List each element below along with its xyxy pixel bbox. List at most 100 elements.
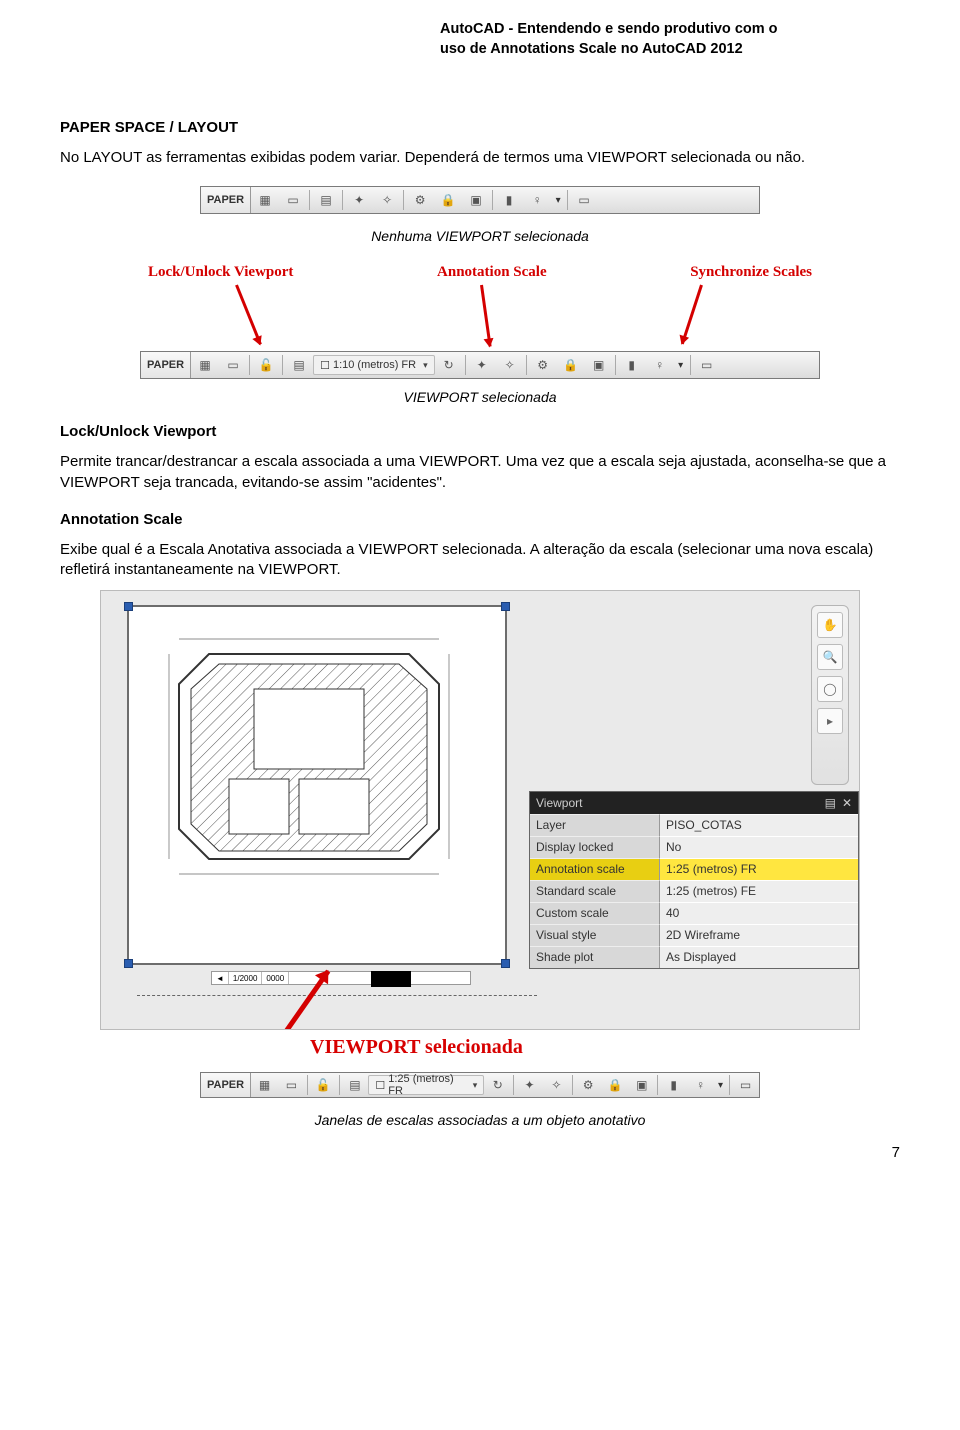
layout-icon[interactable]: ▭ [281,1074,302,1096]
lock-icon[interactable]: 🔒 [437,189,459,211]
property-key: Visual style [530,924,660,946]
lock-icon[interactable]: 🔒 [560,354,582,376]
annotation-auto-add-icon[interactable]: ✧ [546,1074,567,1096]
tab-arrow[interactable]: ◄ [212,972,229,984]
paper-button[interactable]: PAPER [201,1073,251,1097]
property-row[interactable]: Shade plotAs Displayed [530,946,858,968]
grip-handle[interactable] [124,959,133,968]
quickview-icon[interactable]: ▤ [288,354,310,376]
property-value[interactable]: PISO_COTAS [660,814,858,836]
quickview-icon[interactable]: ▤ [345,1074,366,1096]
property-row[interactable]: Custom scale40 [530,902,858,924]
hardware-accel-icon[interactable]: ▮ [498,189,520,211]
hardware-accel-icon[interactable]: ▮ [621,354,643,376]
sync-scales-icon[interactable]: ↻ [487,1074,508,1096]
red-arrow-icon [681,285,703,345]
property-key: Annotation scale [530,858,660,880]
screen-icon[interactable]: ▣ [465,189,487,211]
lock-viewport-icon[interactable]: 🔓 [255,354,277,376]
orbit-icon[interactable]: ◯ [817,676,843,702]
grip-handle[interactable] [501,959,510,968]
showmotion-icon[interactable]: ▸ [817,708,843,734]
toolbar-dropdown-icon[interactable]: ▾ [674,354,688,376]
property-value[interactable]: 1:25 (metros) FR [660,858,858,880]
navigation-bar: ✋ 🔍 ◯ ▸ [811,605,849,785]
property-row[interactable]: Standard scale1:25 (metros) FE [530,880,858,902]
toolbar-dropdown-icon[interactable]: ▾ [551,189,565,211]
callout-anno-label: Annotation Scale [437,264,547,281]
grid-icon[interactable]: ▦ [254,189,276,211]
vp-scale-dropdown[interactable]: ☐ 1:25 (metros) FR [368,1075,484,1095]
grip-handle[interactable] [501,602,510,611]
property-row[interactable]: LayerPISO_COTAS [530,814,858,836]
property-value[interactable]: 1:25 (metros) FE [660,880,858,902]
paper-button[interactable]: PAPER [141,352,191,378]
caption-no-viewport: Nenhuma VIEWPORT selecionada [60,228,900,244]
workspace-gear-icon[interactable]: ⚙ [532,354,554,376]
layout-icon[interactable]: ▭ [282,189,304,211]
page-number: 7 [60,1144,900,1161]
annotation-visibility-icon[interactable]: ✦ [348,189,370,211]
pan-icon[interactable]: ✋ [817,612,843,638]
close-icon[interactable]: ✕ [842,796,852,810]
callout-lock-label: Lock/Unlock Viewport [148,264,293,281]
sync-scales-icon[interactable]: ↻ [438,354,460,376]
screen-icon[interactable]: ▣ [588,354,610,376]
workspace-gear-icon[interactable]: ⚙ [578,1074,599,1096]
clean-screen-icon[interactable]: ▭ [696,354,718,376]
header-line-2: uso de Annotations Scale no AutoCAD 2012 [440,40,900,60]
tab-num[interactable]: 0000 [262,972,289,984]
section-title: PAPER SPACE / LAYOUT [60,119,900,136]
isolate-icon[interactable]: ♀ [690,1074,711,1096]
clean-screen-icon[interactable]: ▭ [735,1074,756,1096]
properties-panel-header: Viewport ▤ ✕ [530,792,858,814]
annotation-visibility-icon[interactable]: ✦ [519,1074,540,1096]
paper-button-label: PAPER [207,1079,244,1091]
paper-button-label: PAPER [147,359,184,371]
properties-panel: Viewport ▤ ✕ LayerPISO_COTASDisplay lock… [529,791,859,969]
grid-icon[interactable]: ▦ [194,354,216,376]
tab-scale[interactable]: 1/2000 [229,972,262,984]
property-value[interactable]: As Displayed [660,946,858,968]
annotation-auto-add-icon[interactable]: ✧ [376,189,398,211]
property-value[interactable]: No [660,836,858,858]
property-row[interactable]: Visual style2D Wireframe [530,924,858,946]
zoom-icon[interactable]: 🔍 [817,644,843,670]
toolbar-dropdown-icon[interactable]: ▾ [714,1074,727,1096]
property-value[interactable]: 40 [660,902,858,924]
separator [339,1075,340,1095]
hardware-accel-icon[interactable]: ▮ [663,1074,684,1096]
property-row[interactable]: Annotation scale1:25 (metros) FR [530,858,858,880]
isolate-icon[interactable]: ♀ [649,354,671,376]
para-lock: Permite trancar/destrancar a escala asso… [60,452,900,493]
header: AutoCAD - Entendendo e sendo produtivo c… [440,20,900,59]
status-bar-bottom: PAPER ▦ ▭ 🔓 ▤ ☐ 1:25 (metros) FR ↻ ✦ ✧ ⚙… [200,1072,760,1098]
grip-handle[interactable] [124,602,133,611]
screen-icon[interactable]: ▣ [631,1074,652,1096]
lock-viewport-icon[interactable]: 🔓 [313,1074,334,1096]
separator [282,355,283,375]
property-value[interactable]: 2D Wireframe [660,924,858,946]
separator [307,1075,308,1095]
property-row[interactable]: Display lockedNo [530,836,858,858]
quickview-icon[interactable]: ▤ [315,189,337,211]
vp-scale-value: 1:25 (metros) FR [388,1073,466,1097]
quick-select-icon[interactable]: ▤ [825,796,836,810]
vp-scale-dropdown[interactable]: ☐ 1:10 (metros) FR [313,355,435,375]
scale-ruler-icon: ☐ [375,1079,385,1092]
isolate-icon[interactable]: ♀ [526,189,548,211]
grid-icon[interactable]: ▦ [254,1074,275,1096]
separator [690,355,691,375]
final-caption: Janelas de escalas associadas a um objet… [60,1112,900,1128]
separator [526,355,527,375]
annotation-visibility-icon[interactable]: ✦ [471,354,493,376]
clean-screen-icon[interactable]: ▭ [573,189,595,211]
workspace-gear-icon[interactable]: ⚙ [409,189,431,211]
layout-icon[interactable]: ▭ [222,354,244,376]
status-bar-no-viewport: PAPER ▦ ▭ ▤ ✦ ✧ ⚙ 🔒 ▣ ▮ ♀ ▾ ▭ [200,186,760,214]
separator [342,190,343,210]
paper-button[interactable]: PAPER [201,187,251,213]
annotation-auto-add-icon[interactable]: ✧ [499,354,521,376]
caption-viewport-selected: VIEWPORT selecionada [60,389,900,405]
lock-icon[interactable]: 🔒 [605,1074,626,1096]
